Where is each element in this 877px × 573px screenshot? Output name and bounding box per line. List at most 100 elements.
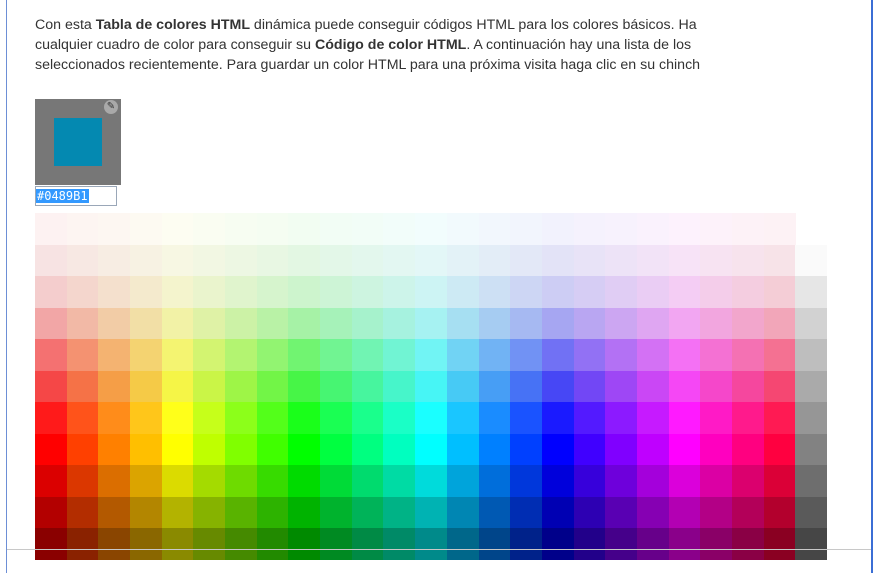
gray-cell[interactable] xyxy=(795,307,828,340)
color-cell[interactable] xyxy=(446,370,479,403)
color-cell[interactable] xyxy=(478,244,511,277)
color-cell[interactable] xyxy=(605,402,638,434)
color-cell[interactable] xyxy=(731,528,764,560)
color-cell[interactable] xyxy=(446,465,479,497)
color-cell[interactable] xyxy=(225,307,258,340)
color-cell[interactable] xyxy=(700,339,733,371)
color-cell[interactable] xyxy=(668,244,701,277)
color-cell[interactable] xyxy=(700,370,733,403)
color-cell[interactable] xyxy=(415,465,448,497)
color-cell[interactable] xyxy=(478,370,511,403)
color-cell[interactable] xyxy=(510,276,543,308)
color-cell[interactable] xyxy=(478,496,511,529)
color-cell[interactable] xyxy=(66,276,99,308)
color-cell[interactable] xyxy=(605,276,638,308)
color-cell[interactable] xyxy=(446,244,479,277)
color-cell[interactable] xyxy=(510,496,543,529)
color-cell[interactable] xyxy=(98,370,131,403)
color-cell[interactable] xyxy=(98,433,131,466)
color-cell[interactable] xyxy=(763,339,796,371)
color-cell[interactable] xyxy=(731,370,764,403)
color-cell[interactable] xyxy=(320,465,353,497)
color-cell[interactable] xyxy=(446,339,479,371)
color-cell[interactable] xyxy=(383,213,416,245)
color-cell[interactable] xyxy=(478,339,511,371)
color-cell[interactable] xyxy=(66,465,99,497)
color-cell[interactable] xyxy=(288,244,321,277)
color-cell[interactable] xyxy=(668,528,701,560)
color-cell[interactable] xyxy=(288,276,321,308)
color-cell[interactable] xyxy=(573,433,606,466)
color-cell[interactable] xyxy=(256,213,289,245)
color-cell[interactable] xyxy=(446,307,479,340)
color-cell[interactable] xyxy=(383,465,416,497)
color-cell[interactable] xyxy=(351,496,384,529)
color-cell[interactable] xyxy=(256,370,289,403)
color-cell[interactable] xyxy=(225,402,258,434)
color-cell[interactable] xyxy=(225,244,258,277)
color-cell[interactable] xyxy=(573,528,606,560)
color-cell[interactable] xyxy=(288,402,321,434)
color-cell[interactable] xyxy=(700,433,733,466)
color-cell[interactable] xyxy=(98,276,131,308)
color-cell[interactable] xyxy=(636,465,669,497)
color-cell[interactable] xyxy=(98,213,131,245)
color-cell[interactable] xyxy=(351,276,384,308)
color-cell[interactable] xyxy=(668,339,701,371)
color-cell[interactable] xyxy=(161,276,194,308)
color-cell[interactable] xyxy=(573,276,606,308)
color-cell[interactable] xyxy=(636,276,669,308)
color-cell[interactable] xyxy=(98,339,131,371)
color-cell[interactable] xyxy=(161,307,194,340)
color-cell[interactable] xyxy=(700,307,733,340)
color-cell[interactable] xyxy=(446,528,479,560)
color-cell[interactable] xyxy=(320,433,353,466)
color-cell[interactable] xyxy=(161,496,194,529)
color-cell[interactable] xyxy=(541,465,574,497)
color-cell[interactable] xyxy=(320,307,353,340)
color-cell[interactable] xyxy=(605,213,638,245)
gray-cell[interactable] xyxy=(795,276,828,308)
color-cell[interactable] xyxy=(510,402,543,434)
color-cell[interactable] xyxy=(573,496,606,529)
color-cell[interactable] xyxy=(35,276,67,308)
color-cell[interactable] xyxy=(731,244,764,277)
color-cell[interactable] xyxy=(510,528,543,560)
color-cell[interactable] xyxy=(668,307,701,340)
color-cell[interactable] xyxy=(161,244,194,277)
color-cell[interactable] xyxy=(225,465,258,497)
color-cell[interactable] xyxy=(161,213,194,245)
color-cell[interactable] xyxy=(193,433,226,466)
color-cell[interactable] xyxy=(66,496,99,529)
color-preview[interactable] xyxy=(54,118,102,166)
color-cell[interactable] xyxy=(130,465,163,497)
color-cell[interactable] xyxy=(731,307,764,340)
color-cell[interactable] xyxy=(541,370,574,403)
color-cell[interactable] xyxy=(573,370,606,403)
color-cell[interactable] xyxy=(541,213,574,245)
color-cell[interactable] xyxy=(541,307,574,340)
color-cell[interactable] xyxy=(130,370,163,403)
color-cell[interactable] xyxy=(383,339,416,371)
color-cell[interactable] xyxy=(415,496,448,529)
color-cell[interactable] xyxy=(225,213,258,245)
color-cell[interactable] xyxy=(256,276,289,308)
color-cell[interactable] xyxy=(668,465,701,497)
color-cell[interactable] xyxy=(351,213,384,245)
color-cell[interactable] xyxy=(573,244,606,277)
color-cell[interactable] xyxy=(35,244,67,277)
color-cell[interactable] xyxy=(541,402,574,434)
color-cell[interactable] xyxy=(415,244,448,277)
color-cell[interactable] xyxy=(351,370,384,403)
color-cell[interactable] xyxy=(573,402,606,434)
color-cell[interactable] xyxy=(415,433,448,466)
color-cell[interactable] xyxy=(320,402,353,434)
color-cell[interactable] xyxy=(731,213,764,245)
color-cell[interactable] xyxy=(35,496,67,529)
color-cell[interactable] xyxy=(256,339,289,371)
color-cell[interactable] xyxy=(193,276,226,308)
color-cell[interactable] xyxy=(541,339,574,371)
color-cell[interactable] xyxy=(193,307,226,340)
color-cell[interactable] xyxy=(700,402,733,434)
color-cell[interactable] xyxy=(130,276,163,308)
